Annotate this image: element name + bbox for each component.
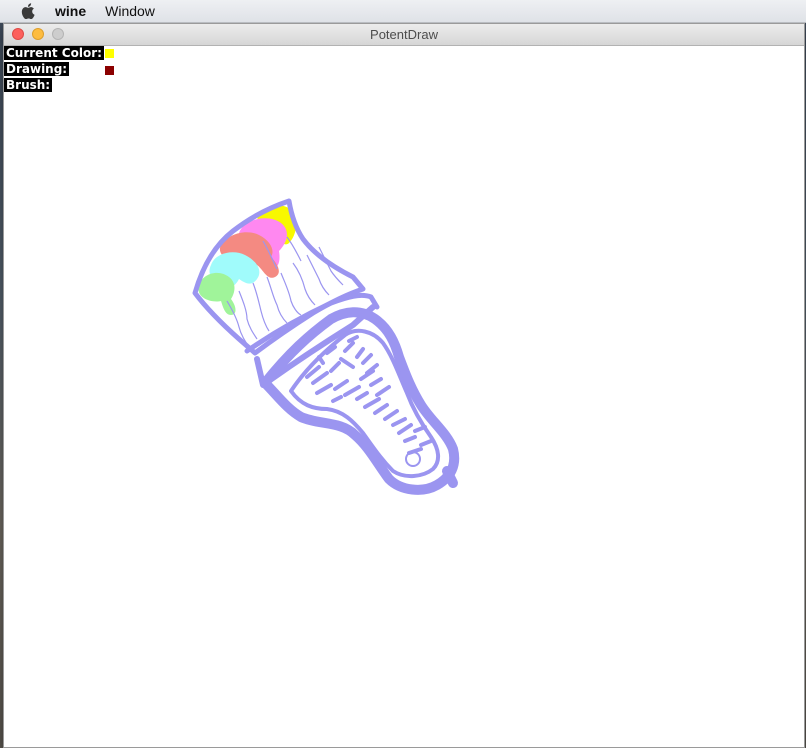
handle-tip xyxy=(442,466,458,488)
current-color-swatch xyxy=(105,49,114,58)
drawing-swatch xyxy=(105,66,114,75)
menu-item-window[interactable]: Window xyxy=(105,3,155,19)
drawing-canvas[interactable]: Current Color: Drawing: Brush: xyxy=(4,46,804,747)
handle-outline xyxy=(260,307,460,495)
window-title: PotentDraw xyxy=(370,27,438,42)
paintbrush-drawing xyxy=(192,198,460,495)
app-window: PotentDraw Current Color: Drawing: Brush… xyxy=(3,23,805,748)
menu-bar: wine Window xyxy=(0,0,806,23)
apple-icon[interactable] xyxy=(21,3,35,19)
menu-app-name[interactable]: wine xyxy=(55,3,86,19)
brush-label: Brush: xyxy=(4,78,53,92)
drawing-label: Drawing: xyxy=(4,62,70,76)
handle-hole-icon xyxy=(405,451,421,467)
current-color-label: Current Color: xyxy=(4,46,104,60)
green-paint-blob xyxy=(198,272,236,315)
title-bar[interactable]: PotentDraw xyxy=(4,24,804,46)
